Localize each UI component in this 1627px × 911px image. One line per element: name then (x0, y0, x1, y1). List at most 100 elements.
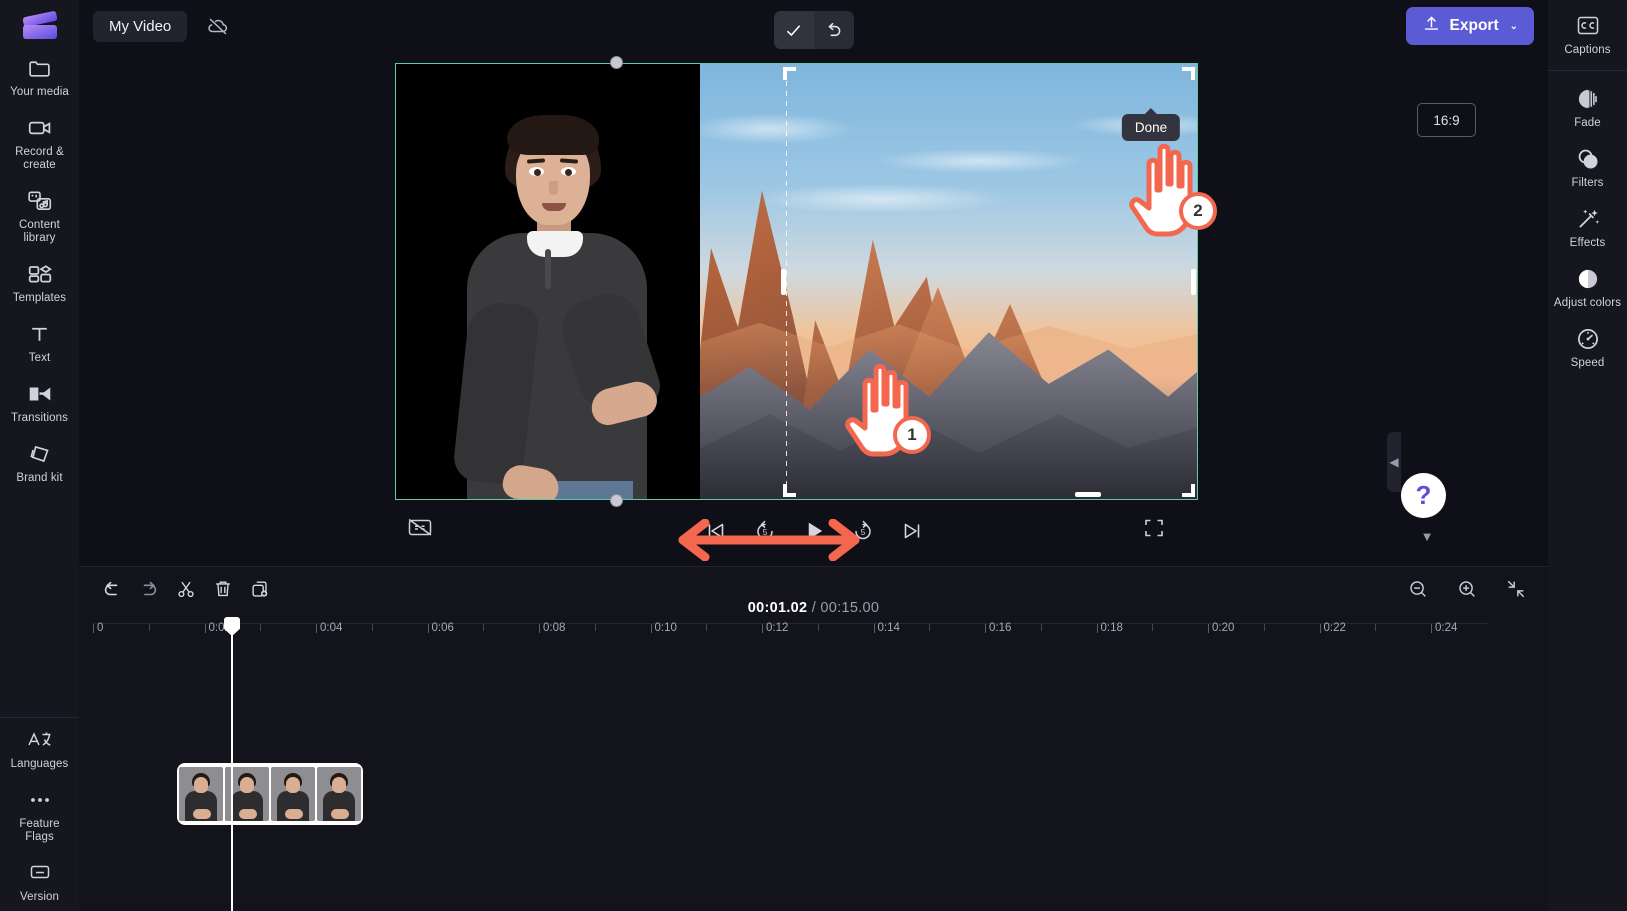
sidebar-item-filters[interactable]: Filters (1548, 137, 1627, 197)
ruler-tick-bar (594, 624, 596, 631)
templates-grid-icon (27, 261, 53, 287)
folder-icon (27, 55, 53, 81)
ruler-tick-label: 0:18 (1100, 622, 1123, 634)
ellipsis-icon (27, 787, 53, 813)
fit-to-screen-button[interactable] (1497, 572, 1534, 606)
ruler-tick-bar (1375, 624, 1377, 631)
duplicate-button[interactable] (241, 572, 278, 606)
export-button[interactable]: Export ⌄ (1405, 7, 1534, 45)
undo-button[interactable] (93, 572, 130, 606)
ruler-tick-minor (817, 624, 819, 631)
ruler-tick-major: 0:10 (650, 622, 677, 634)
zoom-in-button[interactable] (1448, 572, 1485, 606)
sidebar-item-label: Speed (1570, 357, 1605, 369)
right-panel-collapse-button[interactable]: ◀ (1387, 432, 1401, 492)
skip-to-end-button[interactable] (896, 515, 928, 547)
brand-kit-icon (27, 441, 53, 467)
ruler-tick-major: 0:16 (985, 622, 1011, 634)
delete-button[interactable] (204, 572, 241, 606)
crop-guide-line (786, 71, 787, 495)
preview-chevron-down-button[interactable]: ▼ (1411, 525, 1443, 547)
ruler-tick-bar (371, 624, 373, 631)
filters-overlap-icon (1575, 146, 1601, 172)
ruler-tick-label: 0:20 (1212, 622, 1235, 634)
content-library-icon (27, 188, 53, 214)
ruler-tick-minor (148, 624, 150, 631)
clipchamp-logo[interactable] (18, 6, 62, 46)
ruler-tick-bar (148, 624, 150, 631)
ruler-tick-bar (316, 624, 317, 633)
timeline-ruler[interactable]: 0 0:02 0:04 0:06 0:08 0:10 0:12 0:14 0:16 0:18 0:2… (93, 622, 1488, 651)
project-title[interactable]: My Video (93, 10, 188, 42)
undo-crop-button[interactable] (814, 11, 854, 49)
sidebar-item-version[interactable]: Version (0, 851, 79, 911)
selection-handle-bottom-left[interactable] (610, 494, 623, 507)
ruler-tick-minor (260, 624, 262, 631)
crop-handle-top-left[interactable] (783, 67, 796, 80)
sidebar-item-content-library[interactable]: Content library (0, 179, 79, 252)
video-preview-canvas[interactable] (395, 56, 1198, 507)
fullscreen-button[interactable] (1142, 516, 1168, 542)
sidebar-item-label: Version (19, 891, 60, 903)
ruler-tick-label: 0:12 (766, 622, 789, 634)
ruler-tick-label: 0:22 (1323, 622, 1346, 634)
left-sidebar: Your media Record & create Content libra… (0, 0, 79, 911)
sidebar-item-label: Your media (10, 86, 69, 98)
ruler-tick-bar (1263, 624, 1265, 631)
resize-double-arrow-annotation (669, 518, 869, 562)
crop-handle-bottom-left[interactable] (783, 484, 796, 497)
ruler-tick-label: 0:08 (543, 622, 566, 634)
redo-button[interactable] (130, 572, 167, 606)
ruler-tick-minor (371, 624, 373, 631)
languages-icon (27, 727, 53, 753)
ruler-tick-label: 0:16 (989, 622, 1012, 634)
sidebar-item-record-create[interactable]: Record & create (0, 106, 79, 179)
split-button[interactable] (167, 572, 204, 606)
sidebar-item-feature-flags[interactable]: Feature Flags (0, 778, 79, 851)
crop-handle-bottom-right[interactable] (1182, 484, 1195, 497)
sidebar-item-languages[interactable]: Languages (0, 718, 79, 778)
sidebar-item-adjust-colors[interactable]: Adjust colors (1548, 257, 1627, 317)
sidebar-item-effects[interactable]: Effects (1548, 197, 1627, 257)
timecode-display: 00:01.02 / 00:15.00 (748, 600, 880, 616)
crop-handle-left-edge[interactable] (781, 269, 786, 295)
top-bar-right: Export ⌄ (1405, 7, 1534, 45)
done-button-group (773, 11, 854, 49)
ruler-tick-major: 0:08 (539, 622, 565, 634)
sidebar-item-your-media[interactable]: Your media (0, 46, 79, 106)
ruler-tick-label: 0:24 (1435, 622, 1458, 634)
ruler-tick-minor (929, 624, 931, 631)
selection-handle-top-left[interactable] (610, 56, 623, 69)
sidebar-item-label: Content library (19, 219, 60, 244)
done-check-button[interactable] (773, 11, 814, 49)
timeline-playhead[interactable] (231, 619, 233, 911)
timeline-panel: 00:01.02 / 00:15.00 0 0:02 0:04 0:06 0:08 0:1… (79, 566, 1548, 911)
sidebar-item-captions[interactable]: Captions (1548, 4, 1627, 64)
ruler-tick-major: 0:12 (762, 622, 788, 634)
sidebar-item-templates[interactable]: Templates (0, 252, 79, 312)
export-label: Export (1449, 17, 1499, 34)
ruler-tick-label: 0 (97, 622, 104, 634)
cloud-off-icon[interactable] (205, 13, 231, 39)
ruler-tick-bar (204, 624, 206, 633)
right-sidebar: Captions Fade Filters Effects Adjust col… (1548, 0, 1627, 911)
sidebar-item-transitions[interactable]: Transitions (0, 372, 79, 432)
crop-handle-right-edge[interactable] (1191, 269, 1196, 295)
aspect-ratio-chip[interactable]: 16:9 (1417, 103, 1476, 137)
ruler-tick-bar (1040, 624, 1042, 631)
sidebar-item-brand-kit[interactable]: Brand kit (0, 432, 79, 492)
zoom-out-button[interactable] (1399, 572, 1436, 606)
sidebar-item-label: Feature Flags (19, 818, 60, 843)
help-button[interactable]: ? (1401, 473, 1446, 518)
crop-handle-top-right[interactable] (1182, 67, 1195, 80)
sidebar-item-label: Effects (1569, 237, 1606, 249)
ruler-tick-bar (1319, 624, 1321, 633)
sidebar-item-text[interactable]: Text (0, 312, 79, 372)
current-time: 00:01.02 (747, 600, 808, 616)
sidebar-item-fade[interactable]: Fade (1548, 77, 1627, 137)
crop-handle-bottom-edge[interactable] (1075, 492, 1101, 497)
sidebar-item-speed[interactable]: Speed (1548, 317, 1627, 377)
ruler-tick-bar (1152, 624, 1154, 631)
timeline-clip-avatar[interactable] (177, 763, 363, 825)
ruler-tick-bar (539, 624, 540, 633)
